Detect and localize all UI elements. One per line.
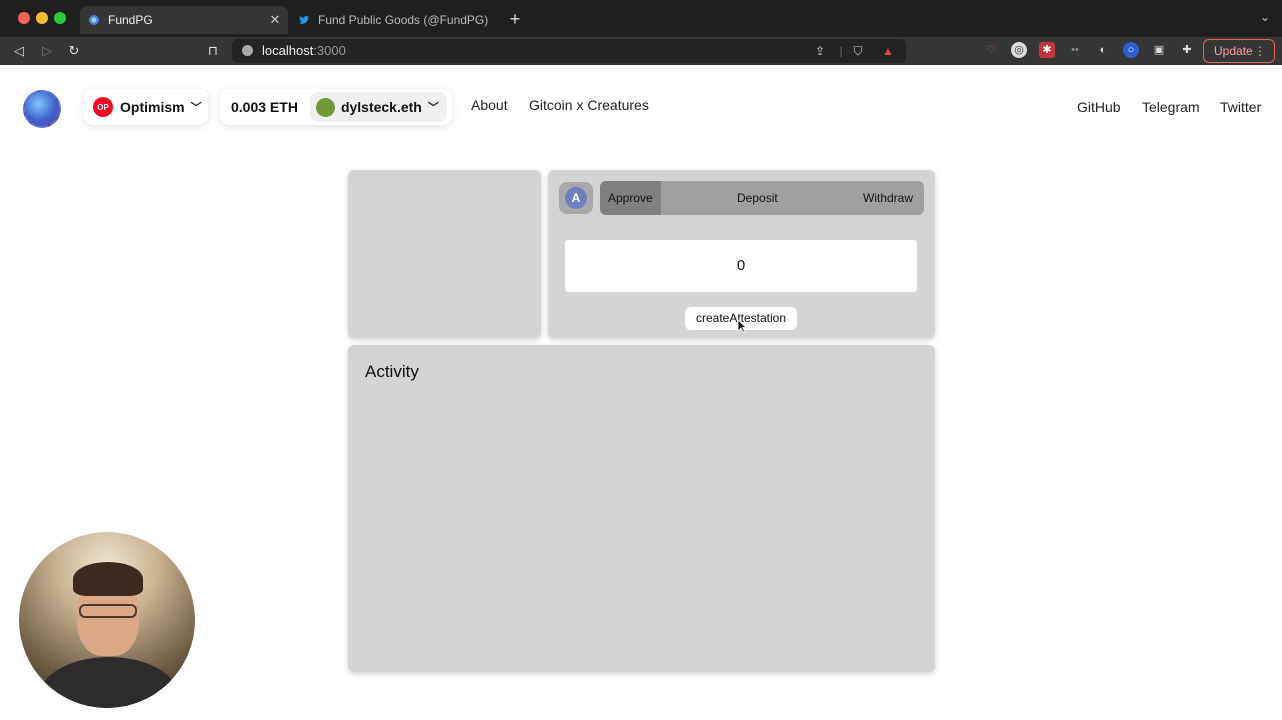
page-content: OP Optimism ﹀ 0.003 ETH dylsteck.eth ﹀ A… <box>0 65 1282 720</box>
menu-kebab-icon: ⋮ <box>1254 44 1266 58</box>
fundpg-logo[interactable] <box>23 90 61 128</box>
amount-input[interactable]: 0 <box>565 240 917 292</box>
close-tab-icon[interactable]: ✕ <box>268 12 282 28</box>
tab-list-chevron-icon[interactable]: ⌄ <box>1260 10 1270 24</box>
wallet-icon[interactable]: ▣ <box>1151 42 1167 58</box>
nav-gitcoin-creatures[interactable]: Gitcoin x Creatures <box>529 97 649 113</box>
webcam-overlay <box>19 532 195 708</box>
fundpg-favicon-icon <box>89 15 99 25</box>
chevron-down-icon: ﹀ <box>427 102 439 114</box>
nav-twitter[interactable]: Twitter <box>1220 99 1261 115</box>
twitter-bird-icon <box>299 16 309 24</box>
extension-red-icon[interactable]: ✱ <box>1039 42 1055 58</box>
forward-arrow-icon[interactable]: ▷ <box>37 41 57 61</box>
presenter-body <box>39 657 179 708</box>
extensions-puzzle-icon[interactable]: ✚ <box>1179 42 1195 58</box>
browser-tab-bar: FundPG ✕ Fund Public Goods (@FundPG) / T… <box>0 0 1282 37</box>
back-arrow-icon[interactable]: ◁ <box>9 41 29 61</box>
extension-circle-icon[interactable]: ◎ <box>1011 42 1027 58</box>
presenter-glasses <box>79 604 137 618</box>
browser-toolbar: ◁ ▷ ↻ ⊓ localhost:3000 ⇪ | ⛉ ▲ ♡ ◎ ✱ •• … <box>0 37 1282 65</box>
tab-title: Fund Public Goods (@FundPG) / Tw <box>318 13 490 27</box>
pocket-icon[interactable]: ♡ <box>983 42 999 58</box>
nav-telegram[interactable]: Telegram <box>1142 99 1200 115</box>
image-placeholder-card <box>348 170 541 338</box>
extension-puzzle-dark-icon[interactable]: ◐ <box>1095 42 1111 58</box>
activity-heading: Activity <box>365 362 419 381</box>
site-info-icon[interactable] <box>242 45 253 56</box>
activity-panel <box>348 345 935 672</box>
window-zoom-button[interactable] <box>54 12 66 24</box>
bookmark-icon[interactable]: ⊓ <box>203 41 223 61</box>
tab-fundpg[interactable]: FundPG ✕ <box>80 6 288 34</box>
chevron-down-icon: ﹀ <box>190 102 202 114</box>
mouse-cursor-icon <box>737 319 747 333</box>
tab-twitter[interactable]: Fund Public Goods (@FundPG) / Tw <box>290 6 490 34</box>
tab-approve[interactable]: Approve <box>608 191 653 205</box>
ens-name: dylsteck.eth <box>340 99 422 115</box>
attestation-service-logo: A <box>559 182 593 214</box>
brave-rewards-icon[interactable]: ▲ <box>881 44 895 58</box>
eth-balance: 0.003 ETH <box>231 99 298 115</box>
window-close-button[interactable] <box>18 12 30 24</box>
tab-title: FundPG <box>108 13 153 27</box>
window-minimize-button[interactable] <box>36 12 48 24</box>
action-tabs: Approve Deposit Withdraw <box>600 181 924 215</box>
avatar <box>315 97 335 117</box>
presenter-hair <box>73 562 143 596</box>
tab-deposit[interactable]: Deposit <box>737 191 778 205</box>
reload-icon[interactable]: ↻ <box>64 41 84 61</box>
optimism-logo-icon: OP <box>93 97 113 117</box>
brave-shield-icon[interactable]: ⛉ <box>851 44 865 58</box>
network-name: Optimism <box>120 99 185 115</box>
url-text: localhost:3000 <box>262 43 346 58</box>
account-button[interactable]: 0.003 ETH dylsteck.eth ﹀ <box>220 89 452 125</box>
update-label: Update <box>1214 44 1253 58</box>
nav-github[interactable]: GitHub <box>1077 99 1121 115</box>
share-icon[interactable]: ⇪ <box>813 44 827 58</box>
extension-dots-icon[interactable]: •• <box>1067 42 1083 58</box>
eas-letter-icon: A <box>565 187 587 209</box>
account-selector[interactable]: dylsteck.eth ﹀ <box>309 92 447 122</box>
extension-blue-icon[interactable]: ○ <box>1123 42 1139 58</box>
address-bar[interactable]: localhost:3000 ⇪ | ⛉ ▲ <box>232 39 906 63</box>
new-tab-button[interactable]: + <box>506 9 524 30</box>
nav-about[interactable]: About <box>471 97 508 113</box>
update-button[interactable]: Update ⋮ <box>1203 39 1275 63</box>
tab-withdraw[interactable]: Withdraw <box>863 191 913 205</box>
network-selector[interactable]: OP Optimism ﹀ <box>84 89 208 125</box>
separator: | <box>839 44 843 58</box>
